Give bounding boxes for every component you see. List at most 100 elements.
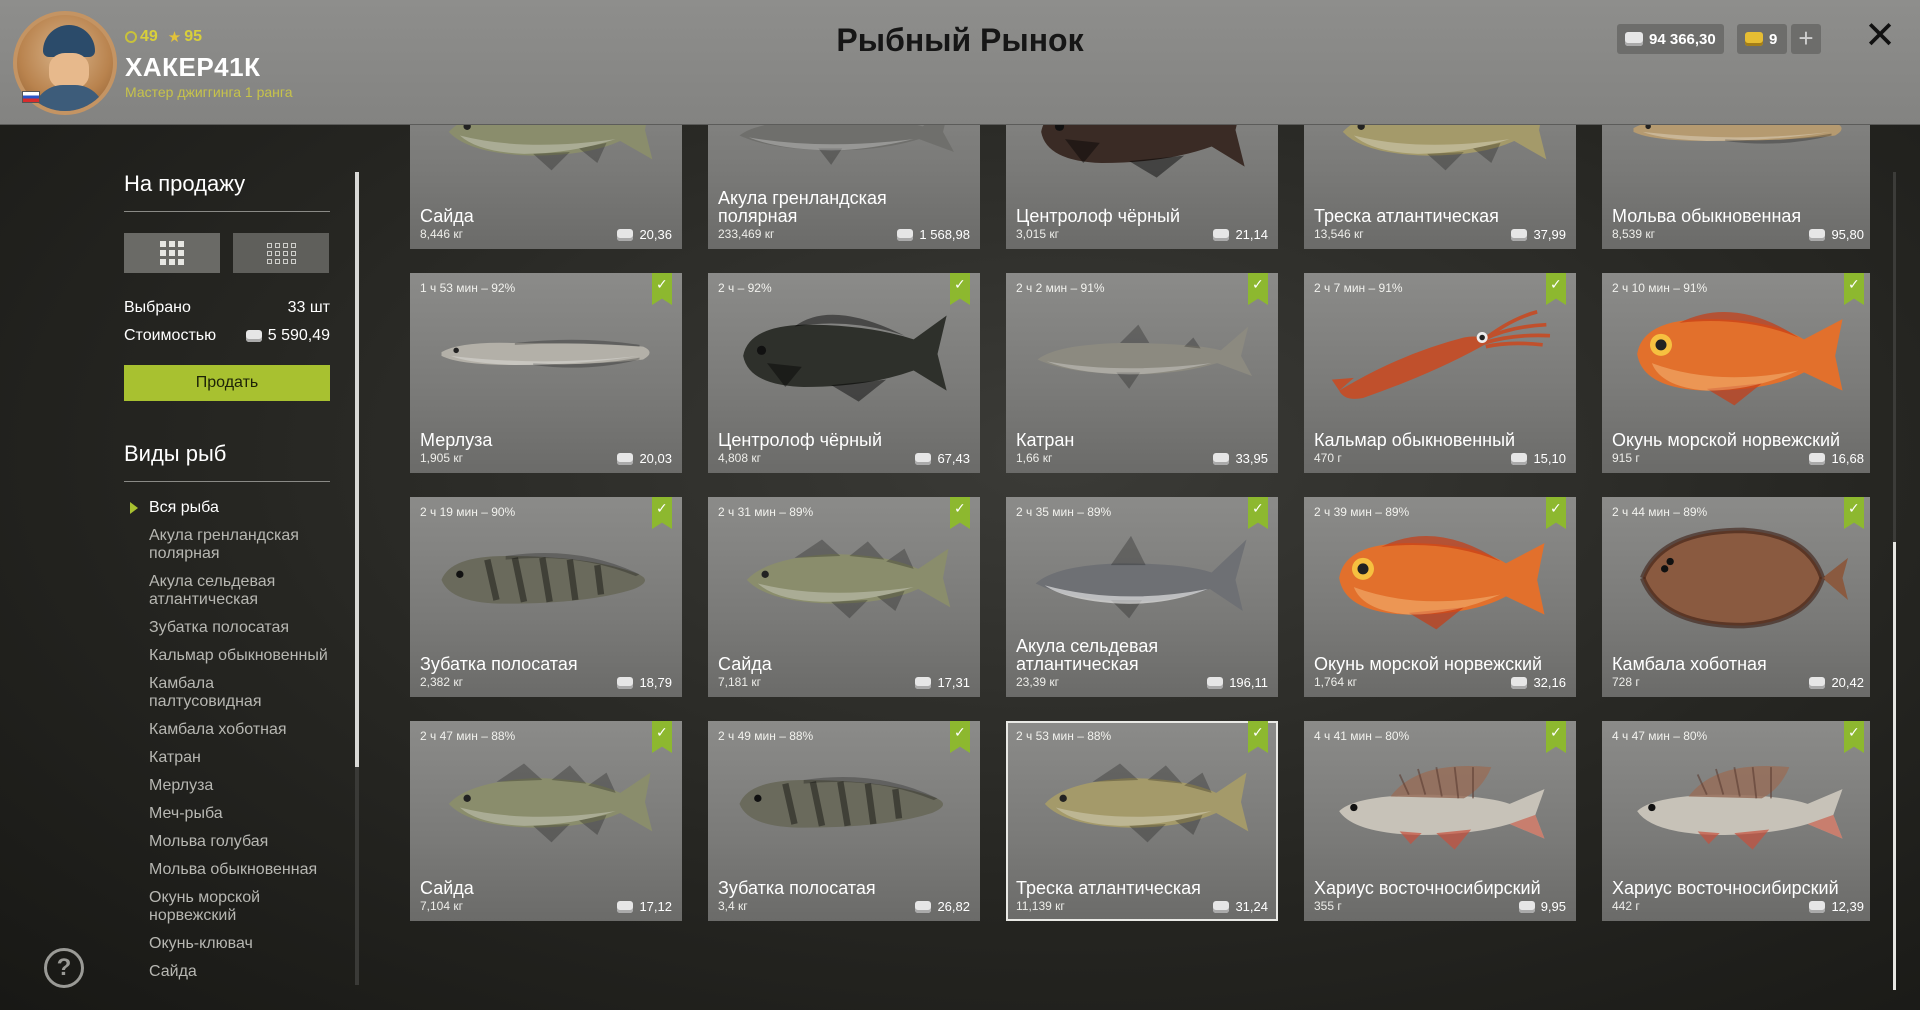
sidebar-scrollbar-thumb[interactable]: [355, 172, 359, 767]
small-grid-icon: [266, 242, 296, 264]
fish-weight: 355 г: [1314, 899, 1342, 913]
species-item[interactable]: Катран: [124, 749, 330, 767]
fish-card[interactable]: 1 ч 50 мин – 92% ✓ Мольва обыкновенная 8…: [1602, 125, 1870, 249]
fish-card[interactable]: 2 ч 53 мин – 88% ✓ Треска атлантическая …: [1006, 721, 1278, 921]
species-title: Виды рыб: [124, 441, 330, 482]
fish-card[interactable]: 2 ч – 92% ✓ Центролоф чёрный 4,808 кг 67…: [708, 273, 980, 473]
silver-coins-icon: [915, 900, 932, 913]
add-currency-button[interactable]: +: [1791, 24, 1821, 54]
sidebar-scrollbar-track[interactable]: [355, 767, 359, 985]
fish-image: [739, 125, 954, 165]
species-item[interactable]: Окунь морской норвежский: [124, 889, 330, 925]
player-stats: 49 ★ 95: [125, 28, 202, 46]
fish-card[interactable]: 2 ч 10 мин – 91% ✓ Окунь морской норвежс…: [1602, 273, 1870, 473]
fish-name: Окунь морской норвежский: [1612, 430, 1841, 450]
silver-coins-icon: [1207, 676, 1224, 689]
gold-balance: 9: [1737, 24, 1787, 54]
fish-card[interactable]: 1 ч 6 мин – 95% ✓ Сайда 8,446 кг 20,36: [410, 125, 682, 249]
species-item[interactable]: Кальмар обыкновенный: [124, 647, 330, 665]
silver-coins-icon: [1809, 900, 1826, 913]
fish-weight: 2,382 кг: [420, 675, 463, 689]
price-value: 20,36: [639, 227, 672, 242]
silver-coins-icon: [1511, 676, 1528, 689]
fish-price: 196,11: [1207, 675, 1268, 690]
close-button[interactable]: ✕: [1862, 16, 1898, 56]
fish-weight: 13,546 кг: [1314, 227, 1364, 241]
price-value: 31,24: [1235, 899, 1268, 914]
fish-weight: 1,905 кг: [420, 451, 463, 465]
species-label: Мольва голубая: [149, 833, 269, 850]
species-item[interactable]: Мольва голубая: [124, 833, 330, 851]
fish-image: [1035, 535, 1247, 619]
fish-card[interactable]: 4 ч 41 мин – 80% ✓ Хариус восточносибирс…: [1304, 721, 1576, 921]
level-stat: 49: [125, 28, 158, 46]
fish-price: 32,16: [1511, 675, 1566, 690]
top-bar: 49 ★ 95 ХАКЕР41К Мастер джиггинга 1 ранг…: [0, 0, 1920, 125]
fish-price: 20,36: [617, 227, 672, 242]
fish-image: [1637, 311, 1843, 406]
silver-coins-icon: [1213, 900, 1230, 913]
fish-card[interactable]: 2 ч 44 мин – 89% ✓ Камбала хоботная 728 …: [1602, 497, 1870, 697]
species-item[interactable]: Сайда: [124, 963, 330, 981]
fish-card[interactable]: 4 ч 47 мин – 80% ✓ Хариус восточносибирс…: [1602, 721, 1870, 921]
selected-label: Выбрано: [124, 299, 191, 316]
silver-coins-icon: [617, 228, 634, 241]
species-item[interactable]: Меч-рыба: [124, 805, 330, 823]
fish-card[interactable]: 1 ч 53 мин – 92% ✓ Мерлуза 1,905 кг 20,0…: [410, 273, 682, 473]
fish-card[interactable]: 2 ч 19 мин – 90% ✓ Зубатка полосатая 2,3…: [410, 497, 682, 697]
species-item[interactable]: Акула сельдевая атлантическая: [124, 573, 330, 609]
sell-button[interactable]: Продать: [124, 365, 330, 401]
fish-card[interactable]: 2 ч 2 мин – 91% ✓ Катран 1,66 кг 33,95: [1006, 273, 1278, 473]
grid-scrollbar-thumb[interactable]: [1893, 542, 1896, 990]
fish-card[interactable]: 2 ч 7 мин – 91% ✓ Кальмар обыкновенный 4…: [1304, 273, 1576, 473]
species-item[interactable]: Вся рыба: [124, 499, 330, 517]
fish-card[interactable]: 2 ч 49 мин – 88% ✓ Зубатка полосатая 3,4…: [708, 721, 980, 921]
species-item[interactable]: Мерлуза: [124, 777, 330, 795]
fish-weight: 233,469 кг: [718, 227, 775, 241]
species-item[interactable]: Камбала палтусовидная: [124, 675, 330, 711]
species-item[interactable]: Окунь-клювач: [124, 935, 330, 953]
price-value: 196,11: [1229, 675, 1268, 690]
fish-price: 9,95: [1518, 899, 1566, 914]
silver-coins-icon: [915, 676, 932, 689]
stars-value: 95: [184, 28, 203, 45]
sidebar: На продажу Выбрано 33 шт Стоимостью 5 59…: [124, 125, 330, 1010]
price-value: 33,95: [1235, 451, 1268, 466]
help-icon[interactable]: ?: [44, 948, 84, 988]
fish-weight: 1,66 кг: [1016, 451, 1053, 465]
catch-time: 2 ч 53 мин – 88%: [1016, 729, 1112, 743]
price-value: 20,03: [639, 451, 672, 466]
silver-coins-icon: [1809, 676, 1826, 689]
silver-coins-icon: [1625, 32, 1643, 46]
fish-card[interactable]: 1 ч 33 мин – 94% ✓ Центролоф чёрный 3,01…: [1006, 125, 1278, 249]
fish-price: 17,12: [617, 899, 672, 914]
fish-price: 37,99: [1511, 227, 1566, 242]
small-grid-view-button[interactable]: [233, 233, 329, 273]
price-value: 17,12: [639, 899, 672, 914]
catch-time: 2 ч – 92%: [718, 281, 772, 295]
grid-scrollbar-track[interactable]: [1893, 172, 1896, 542]
fish-price: 95,80: [1809, 227, 1864, 242]
fish-card[interactable]: 1 ч 48 мин – 92% ✓ Треска атлантическая …: [1304, 125, 1576, 249]
fish-card[interactable]: 2 ч 39 мин – 89% ✓ Окунь морской норвежс…: [1304, 497, 1576, 697]
silver-coins-icon: [617, 452, 634, 465]
species-label: Кальмар обыкновенный: [149, 647, 328, 664]
catch-time: 4 ч 41 мин – 80%: [1314, 729, 1410, 743]
fish-weight: 11,139 кг: [1016, 899, 1065, 913]
fish-card[interactable]: 1 ч 9 мин – 95% ✓ Акула гренландская пол…: [708, 125, 980, 249]
species-item[interactable]: Зубатка полосатая: [124, 619, 330, 637]
fish-card[interactable]: 2 ч 47 мин – 88% ✓ Сайда 7,104 кг 17,12: [410, 721, 682, 921]
fish-name: Мерлуза: [420, 430, 493, 450]
fish-name: Сайда: [420, 206, 474, 226]
fish-card[interactable]: 2 ч 31 мин – 89% ✓ Сайда 7,181 кг 17,31: [708, 497, 980, 697]
fish-card[interactable]: 2 ч 35 мин – 89% ✓ Акула сельдевая атлан…: [1006, 497, 1278, 697]
large-grid-view-button[interactable]: [124, 233, 220, 273]
species-item[interactable]: Камбала хоботная: [124, 721, 330, 739]
price-value: 18,79: [639, 675, 672, 690]
species-item[interactable]: Акула гренландская полярная: [124, 527, 330, 563]
price-value: 32,16: [1533, 675, 1566, 690]
silver-coins-icon: [1518, 900, 1535, 913]
species-item[interactable]: Мольва обыкновенная: [124, 861, 330, 879]
large-grid-icon: [160, 241, 184, 265]
species-label: Сайда: [149, 963, 197, 980]
